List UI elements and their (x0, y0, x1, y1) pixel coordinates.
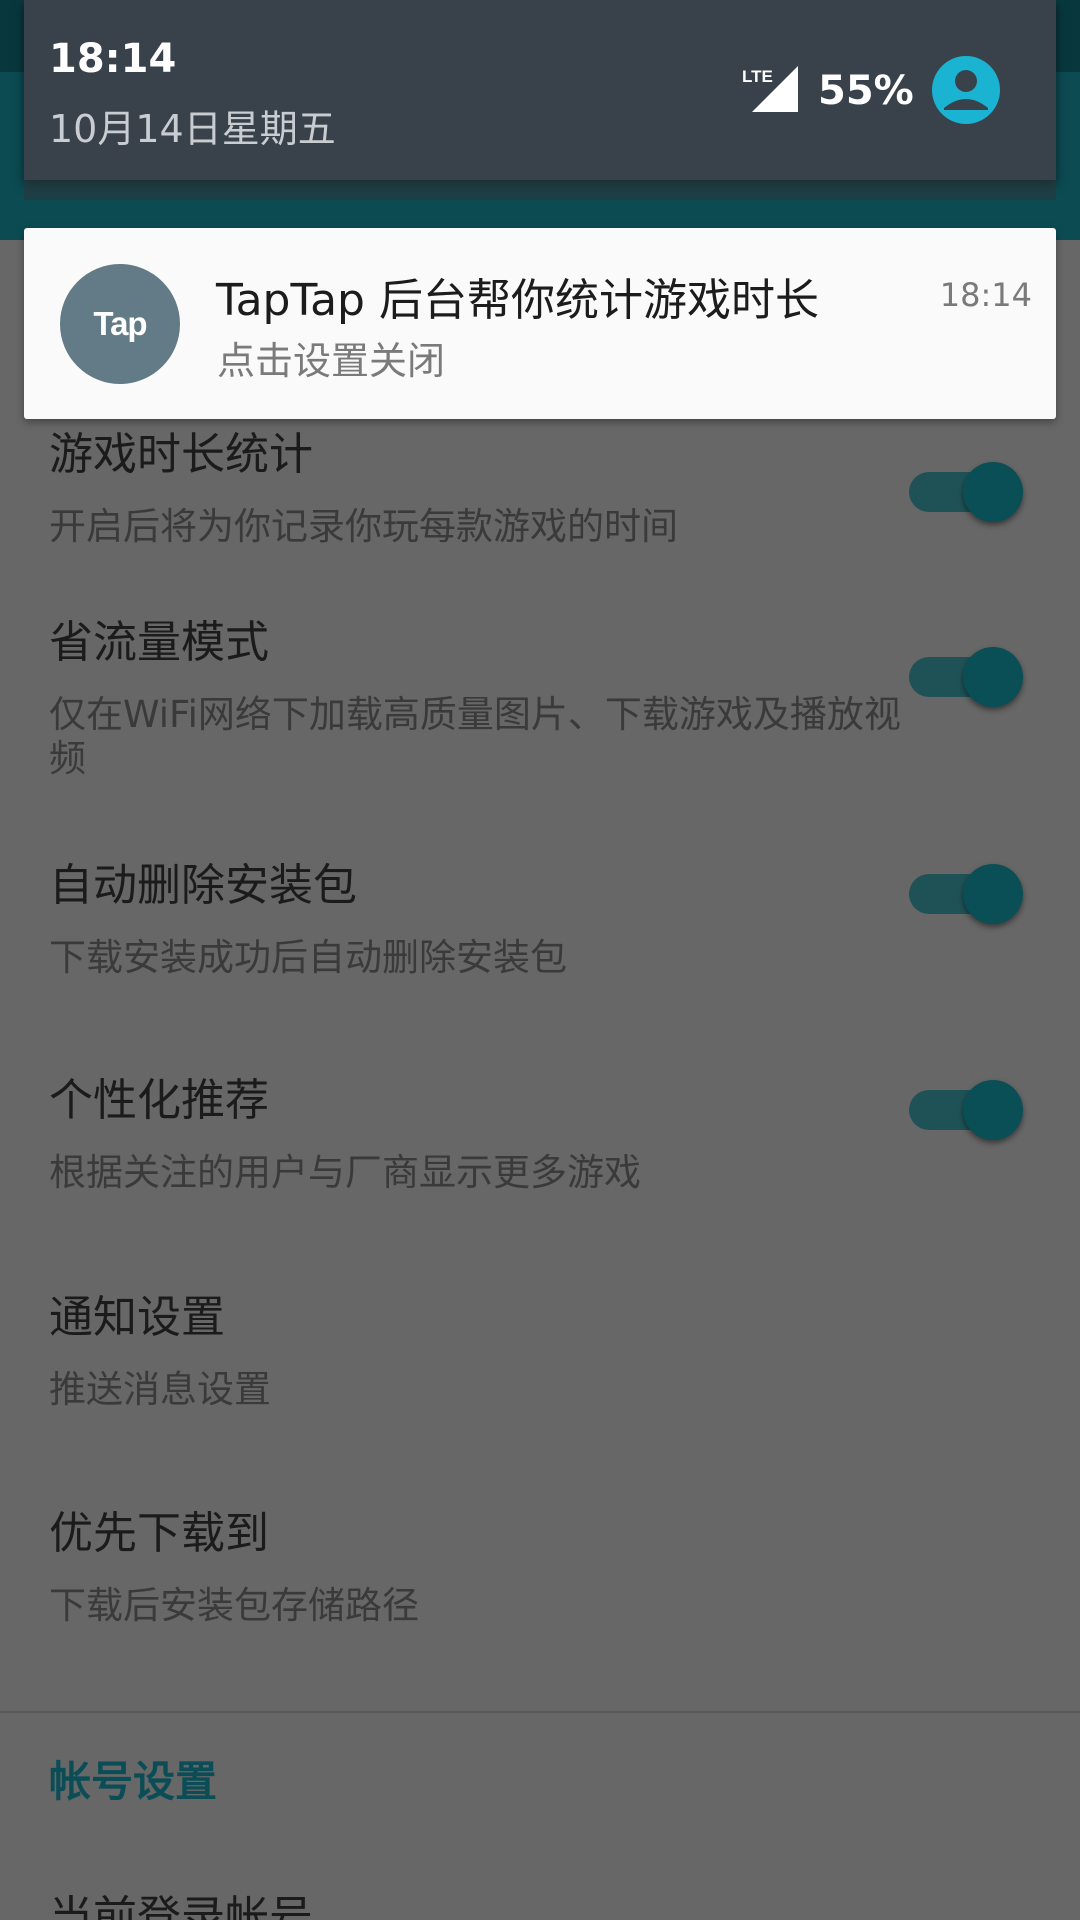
user-avatar-icon[interactable] (932, 56, 1000, 124)
section-header-account: 帐号设置 (49, 1757, 218, 1806)
setting-title: 省流量模式 (49, 617, 269, 668)
setting-desc: 下载后安装包存储路径 (49, 1584, 419, 1627)
setting-title: 自动删除安装包 (49, 860, 357, 911)
setting-row-playtime[interactable]: 游戏时长统计 开启后将为你记录你玩每款游戏的时间 (0, 427, 1080, 607)
section-divider (0, 1711, 1080, 1713)
toggle-thumb (963, 462, 1023, 522)
setting-row-auto-delete[interactable]: 自动删除安装包 下载安装成功后自动删除安装包 (0, 858, 1080, 1038)
shade-clock[interactable]: 18:14 (49, 36, 176, 82)
setting-title: 个性化推荐 (49, 1075, 269, 1126)
notification-time: 18:14 (939, 276, 1032, 314)
setting-title: 优先下载到 (49, 1508, 269, 1559)
setting-desc: 仅在WiFi网络下加载高质量图片、下载游戏及播放视频 (49, 693, 901, 780)
setting-row-data-saver[interactable]: 省流量模式 仅在WiFi网络下加载高质量图片、下载游戏及播放视频 (0, 615, 1080, 815)
notification-title: TapTap 后台帮你统计游戏时长 (216, 275, 819, 326)
settings-list: 游戏时长统计 开启后将为你记录你玩每款游戏的时间 省流量模式 仅在WiFi网络下… (0, 240, 1080, 1920)
setting-title: 游戏时长统计 (49, 429, 313, 480)
data-saver-toggle[interactable] (903, 647, 1023, 707)
shade-date[interactable]: 10月14日星期五 (49, 98, 336, 153)
setting-row-personalized[interactable]: 个性化推荐 根据关注的用户与厂商显示更多游戏 (0, 1073, 1080, 1253)
setting-desc: 推送消息设置 (49, 1368, 271, 1411)
notification-subtitle: 点击设置关闭 (217, 339, 446, 383)
signal-lte-icon: LTE (742, 66, 798, 112)
setting-row-notifications[interactable]: 通知设置 推送消息设置 (0, 1290, 1080, 1470)
toggle-thumb (963, 1080, 1023, 1140)
toggle-thumb (963, 864, 1023, 924)
taptap-app-icon: Tap (60, 264, 180, 384)
setting-desc: 开启后将为你记录你玩每款游戏的时间 (49, 505, 678, 548)
heads-up-notification[interactable]: Tap TapTap 后台帮你统计游戏时长 点击设置关闭 18:14 (24, 228, 1056, 419)
setting-title: 通知设置 (49, 1292, 225, 1343)
setting-desc: 根据关注的用户与厂商显示更多游戏 (49, 1151, 641, 1194)
setting-desc: 下载安装成功后自动删除安装包 (49, 936, 567, 979)
playtime-toggle[interactable] (903, 462, 1023, 522)
personalized-toggle[interactable] (903, 1080, 1023, 1140)
battery-percentage: 55% (818, 68, 914, 114)
network-type-label: LTE (742, 67, 773, 86)
setting-row-current-account[interactable]: 当前登录帐号 (49, 1890, 313, 1920)
toggle-thumb (963, 647, 1023, 707)
setting-row-download-location[interactable]: 优先下载到 下载后安装包存储路径 (0, 1506, 1080, 1686)
quick-settings-edge (24, 180, 1056, 200)
auto-delete-toggle[interactable] (903, 864, 1023, 924)
